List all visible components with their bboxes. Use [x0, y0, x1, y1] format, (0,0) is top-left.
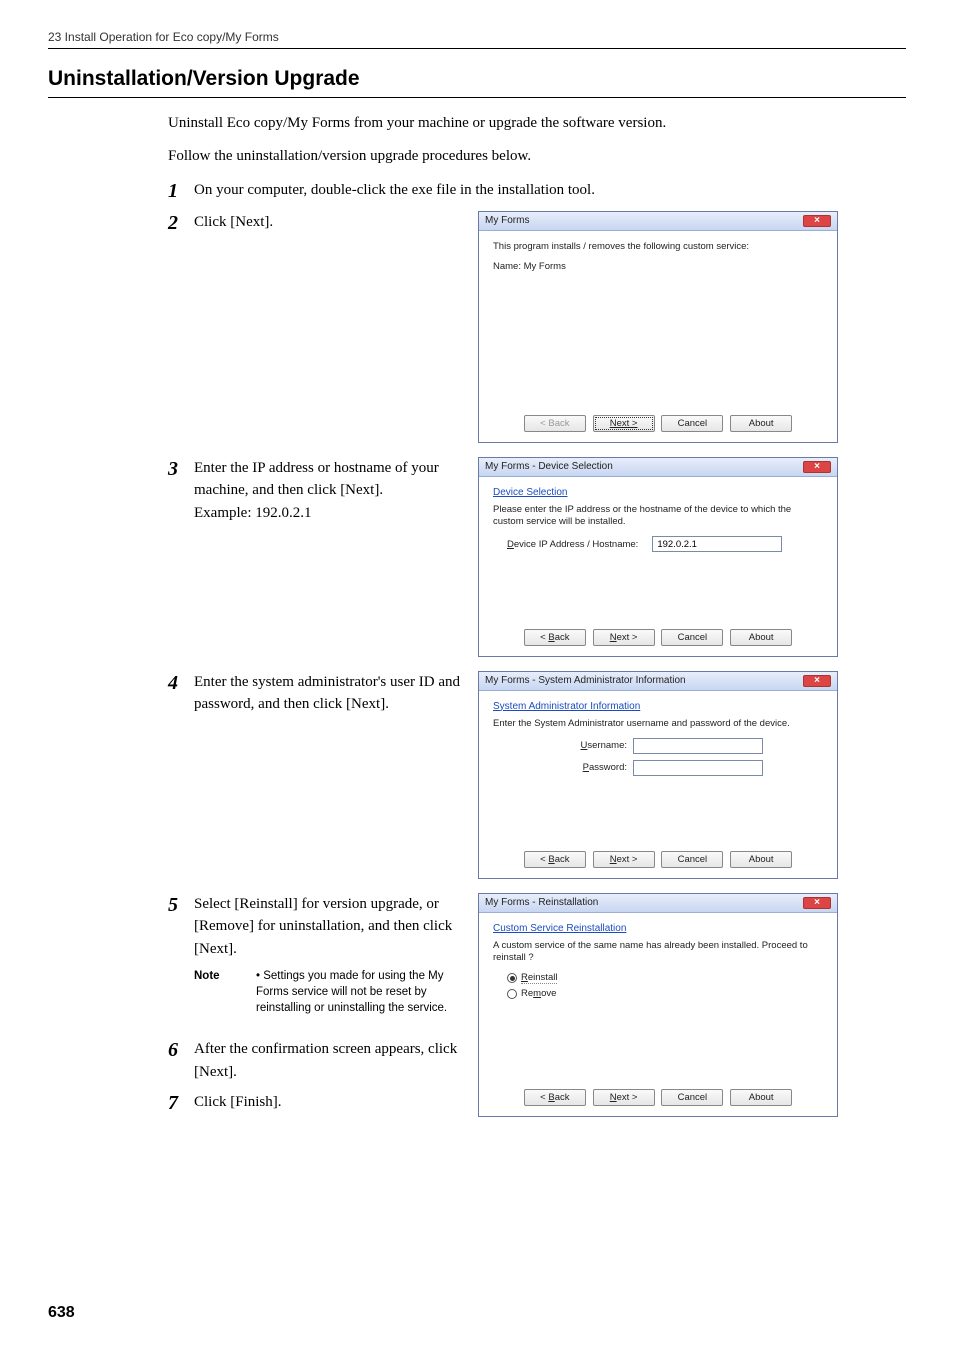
back-button[interactable]: < Back [524, 1089, 586, 1106]
dialog-line: A custom service of the same name has al… [493, 940, 823, 965]
step-1: 1 On your computer, double-click the exe… [168, 179, 906, 203]
next-button[interactable]: Next > [593, 629, 655, 646]
step-6: 6 After the confirmation screen appears,… [168, 1038, 478, 1083]
cancel-button[interactable]: Cancel [661, 415, 723, 432]
radio-icon [507, 989, 517, 999]
step-number: 5 [168, 893, 194, 917]
step-text: On your computer, double-click the exe f… [194, 179, 906, 202]
back-button[interactable]: < Back [524, 415, 586, 432]
step-4: 4 Enter the system administrator's user … [168, 671, 478, 716]
dialog-title-text: My Forms - Reinstallation [485, 897, 598, 908]
step-text: Select [Reinstall] for version upgrade, … [194, 893, 478, 1017]
back-button[interactable]: < Back [524, 629, 586, 646]
close-icon[interactable] [803, 461, 831, 473]
about-button[interactable]: About [730, 629, 792, 646]
dialog-title-text: My Forms [485, 215, 529, 226]
dialog-line: Name: My Forms [493, 261, 823, 273]
radio-icon [507, 973, 517, 983]
dialog-titlebar: My Forms [479, 212, 837, 231]
dialog-subheading: System Administrator Information [493, 701, 823, 712]
radio-label: Remove [521, 988, 556, 999]
dialog-body: Device Selection Please enter the IP add… [479, 477, 837, 623]
ip-field-row: Device IP Address / Hostname: [507, 536, 823, 552]
running-header: 23 Install Operation for Eco copy/My For… [48, 30, 906, 49]
dialog-sysadmin-info: My Forms - System Administrator Informat… [478, 671, 838, 879]
dialog-body: This program installs / removes the foll… [479, 231, 837, 409]
step-number: 4 [168, 671, 194, 695]
step-text: Click [Next]. [194, 211, 478, 234]
dialog-subheading: Device Selection [493, 487, 823, 498]
dialog-my-forms: My Forms This program installs / removes… [478, 211, 838, 443]
dialog-titlebar: My Forms - Reinstallation [479, 894, 837, 913]
ip-label: Device IP Address / Hostname: [507, 539, 638, 550]
username-input[interactable] [633, 738, 763, 754]
reinstall-radio[interactable]: Reinstall [507, 972, 823, 984]
dialog-subheading: Custom Service Reinstallation [493, 923, 823, 934]
close-icon[interactable] [803, 215, 831, 227]
about-button[interactable]: About [730, 415, 792, 432]
dialog-button-row: < Back Next > Cancel About [479, 845, 837, 878]
dialog-button-row: < Back Next > Cancel About [479, 1083, 837, 1116]
next-button[interactable]: Next > [593, 1089, 655, 1106]
step-number: 7 [168, 1091, 194, 1115]
username-row: Username: [507, 738, 823, 754]
close-icon[interactable] [803, 675, 831, 687]
dialog-body: System Administrator Information Enter t… [479, 691, 837, 845]
section-title: Uninstallation/Version Upgrade [48, 67, 906, 98]
cancel-button[interactable]: Cancel [661, 1089, 723, 1106]
intro-paragraph-2: Follow the uninstallation/version upgrad… [168, 145, 906, 168]
about-button[interactable]: About [730, 851, 792, 868]
dialog-device-selection: My Forms - Device Selection Device Selec… [478, 457, 838, 657]
page-number: 638 [48, 1304, 75, 1322]
about-button[interactable]: About [730, 1089, 792, 1106]
dialog-title-text: My Forms - Device Selection [485, 461, 613, 472]
step-number: 6 [168, 1038, 194, 1062]
username-label: Username: [507, 740, 627, 751]
password-label: Password: [507, 762, 627, 773]
step-5: 5 Select [Reinstall] for version upgrade… [168, 893, 478, 1017]
step-text: Enter the system administrator's user ID… [194, 671, 478, 716]
step-text: Click [Finish]. [194, 1091, 478, 1114]
next-button[interactable]: Next > [593, 851, 655, 868]
dialog-button-row: < Back Next > Cancel About [479, 409, 837, 442]
step-text: After the confirmation screen appears, c… [194, 1038, 478, 1083]
cancel-button[interactable]: Cancel [661, 629, 723, 646]
note-text: • Settings you made for using the My For… [256, 968, 470, 1016]
note-block: Note • Settings you made for using the M… [194, 968, 470, 1016]
back-button[interactable]: < Back [524, 851, 586, 868]
dialog-titlebar: My Forms - System Administrator Informat… [479, 672, 837, 691]
radio-label: Reinstall [521, 972, 557, 984]
step-3: 3 Enter the IP address or hostname of yo… [168, 457, 478, 525]
remove-radio[interactable]: Remove [507, 988, 823, 999]
intro-paragraph-1: Uninstall Eco copy/My Forms from your ma… [168, 112, 906, 135]
cancel-button[interactable]: Cancel [661, 851, 723, 868]
dialog-line: Please enter the IP address or the hostn… [493, 504, 823, 529]
dialog-line: This program installs / removes the foll… [493, 241, 823, 253]
dialog-button-row: < Back Next > Cancel About [479, 623, 837, 656]
dialog-titlebar: My Forms - Device Selection [479, 458, 837, 477]
step-number: 1 [168, 179, 194, 203]
next-button[interactable]: Next > [593, 415, 655, 432]
step-7: 7 Click [Finish]. [168, 1091, 478, 1115]
note-label: Note [194, 968, 256, 1016]
dialog-body: Custom Service Reinstallation A custom s… [479, 913, 837, 1083]
step-number: 2 [168, 211, 194, 235]
ip-input[interactable] [652, 536, 782, 552]
step-number: 3 [168, 457, 194, 481]
password-input[interactable] [633, 760, 763, 776]
dialog-title-text: My Forms - System Administrator Informat… [485, 675, 686, 686]
close-icon[interactable] [803, 897, 831, 909]
dialog-reinstallation: My Forms - Reinstallation Custom Service… [478, 893, 838, 1117]
dialog-line: Enter the System Administrator username … [493, 718, 823, 730]
password-row: Password: [507, 760, 823, 776]
step-text: Enter the IP address or hostname of your… [194, 457, 478, 525]
step-2: 2 Click [Next]. [168, 211, 478, 235]
